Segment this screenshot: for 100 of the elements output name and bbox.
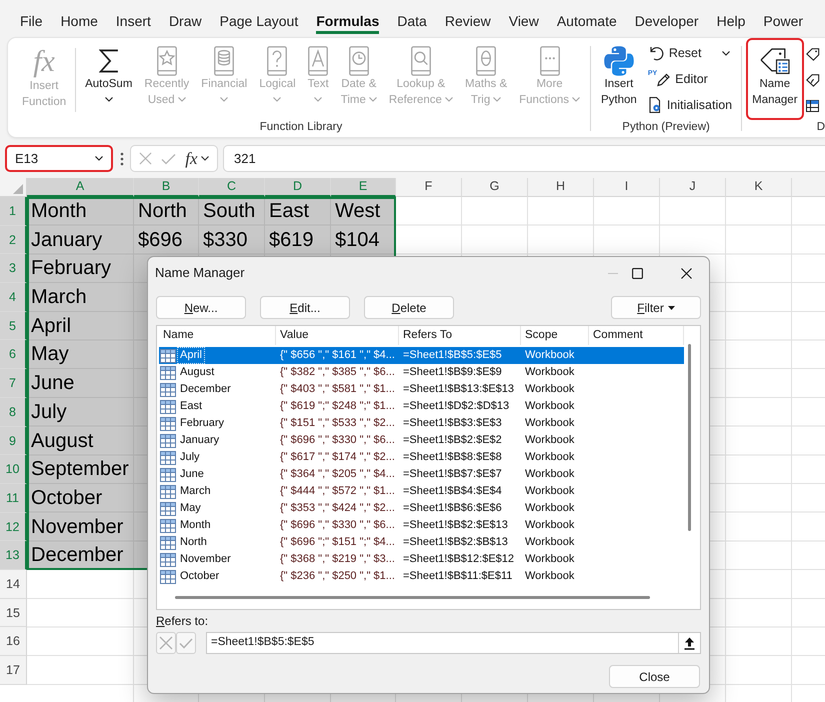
sheet-value[interactable]: Month [27, 197, 134, 226]
column-header[interactable]: D [265, 178, 331, 197]
maximize-icon[interactable] [632, 268, 642, 278]
select-all-icon[interactable] [13, 184, 23, 194]
ribbon-tab[interactable]: Formulas [316, 12, 380, 34]
refers-to-field[interactable]: =Sheet1!$B$5:$E$5 [206, 632, 701, 654]
row-header[interactable]: 3 [0, 254, 27, 284]
ribbon-button[interactable]: Reset [642, 40, 738, 66]
sheet-value[interactable]: $330 [199, 226, 265, 254]
caret-icon [273, 97, 282, 102]
sheet-value[interactable]: April [27, 312, 134, 340]
name-list-row[interactable]: December {" $403 "," $581 "," $1... =Sheet1!$B$13:$E$13 Workbook [159, 381, 684, 398]
row-header[interactable]: 7 [0, 369, 27, 398]
sheet-value[interactable]: July [27, 398, 134, 426]
row-header[interactable]: 6 [0, 340, 27, 370]
ribbon-tab[interactable]: Page Layout [220, 12, 298, 34]
row-header[interactable]: 2 [0, 226, 27, 254]
column-header[interactable]: Refers To [399, 326, 521, 345]
name-list-row[interactable]: Month {" $696 "," $330 "," $6... =Sheet1!$B$2:$E$13 Workbook [159, 517, 684, 534]
ribbon-tab[interactable]: Developer [634, 12, 699, 34]
sheet-value[interactable]: November [27, 512, 134, 542]
column-header[interactable]: A [27, 178, 134, 197]
dialog-button[interactable]: New... [156, 296, 246, 319]
sheet-value[interactable]: February [27, 254, 134, 284]
row-header[interactable]: 14 [0, 570, 27, 599]
table-icon[interactable] [806, 99, 820, 113]
sheet-value[interactable]: December [27, 541, 134, 570]
ribbon-tab[interactable]: Draw [168, 12, 202, 34]
ribbon-button[interactable]: Name Manager [746, 38, 804, 120]
row-header[interactable]: 17 [0, 656, 27, 685]
name-list-row[interactable]: August {" $382 "," $385 "," $6... =Sheet1!$B$9:$E$9 Workbook [159, 364, 684, 381]
vertical-dots-icon[interactable] [120, 152, 124, 166]
name-list-row[interactable]: February {" $151 "," $533 "," $2... =Sheet1!$B$3:$E$3 Workbook [159, 415, 684, 432]
column-header[interactable]: Scope [521, 326, 589, 345]
sheet-value[interactable]: March [27, 283, 134, 312]
column-header[interactable]: C [199, 178, 265, 197]
name-list-row[interactable]: January {" $696 "," $330 "," $6... =Sheet1!$B$2:$E$2 Workbook [159, 432, 684, 449]
ribbon-tab[interactable]: View [508, 12, 539, 34]
name-box[interactable]: E13 [5, 145, 113, 172]
sheet-value[interactable]: September [27, 455, 134, 484]
row-header[interactable]: 1 [0, 197, 27, 226]
sheet-value[interactable]: October [27, 484, 134, 513]
sheet-value[interactable]: South [199, 197, 265, 226]
name-list-row[interactable]: May {" $353 "," $424 "," $2... =Sheet1!$B$6:$E$6 Workbook [159, 500, 684, 517]
name-list-row[interactable]: North {" $696 ";" $151 ";" $4... =Sheet1!$B$2:$B$13 Workbook [159, 534, 684, 551]
row-header[interactable]: 10 [0, 455, 27, 484]
ribbon-tab[interactable]: Power [763, 12, 804, 34]
sheet-value[interactable]: West [331, 197, 396, 226]
sheet-value[interactable]: $104 [331, 226, 396, 254]
ribbon-button[interactable]: AutoSum [79, 38, 138, 120]
row-header[interactable]: 15 [0, 598, 27, 628]
sheet-value[interactable]: $696 [134, 226, 199, 254]
column-header[interactable]: Name [159, 326, 276, 345]
dialog-button[interactable]: Delete [364, 296, 454, 319]
sheet-value[interactable]: North [134, 197, 199, 226]
sheet-value[interactable]: $619 [265, 226, 331, 254]
name-list-row[interactable]: June {" $364 "," $205 "," $4... =Sheet1!$B$7:$E$7 Workbook [159, 466, 684, 483]
sheet-value[interactable]: June [27, 369, 134, 398]
name-text: North [179, 535, 208, 550]
ribbon-button[interactable]: Insert Python [595, 38, 643, 120]
close-icon[interactable] [680, 268, 692, 278]
ribbon-tab[interactable]: Home [60, 12, 98, 34]
ribbon-tab[interactable]: File [20, 12, 43, 34]
name-list-row[interactable]: East {" $619 ";" $248 ";" $1... =Sheet1!$D$2:$D$13 Workbook [159, 398, 684, 415]
vertical-scrollbar[interactable] [688, 344, 691, 531]
sheet-value[interactable]: May [27, 340, 134, 370]
name-list-row[interactable]: October {" $236 "," $250 "," $1... =Sheet1!$B$11:$E$11 Workbook [159, 568, 684, 585]
column-header[interactable]: B [134, 178, 199, 197]
ribbon-tab[interactable]: Data [397, 12, 427, 34]
close-button[interactable]: Close [609, 665, 700, 688]
sheet-value[interactable]: East [265, 197, 331, 226]
ribbon-tab[interactable]: Review [444, 12, 491, 34]
name-list-row[interactable]: July {" $617 "," $174 "," $2... =Sheet1!$B$8:$E$8 Workbook [159, 449, 684, 466]
column-header[interactable]: Comment [589, 326, 684, 345]
ribbon-tab[interactable]: Insert [116, 12, 151, 34]
row-header[interactable]: 5 [0, 312, 27, 340]
name-list-row[interactable]: November {" $368 "," $219 "," $3... =Sheet1!$B$12:$E$12 Workbook [159, 551, 684, 568]
dialog-button[interactable]: Edit... [260, 296, 350, 319]
row-header[interactable]: 4 [0, 283, 27, 312]
horizontal-scrollbar[interactable] [175, 596, 650, 599]
ribbon-tab[interactable]: Automate [556, 12, 617, 34]
sheet-value[interactable]: August [27, 426, 134, 456]
row-header[interactable]: 8 [0, 398, 27, 426]
name-list-row[interactable]: March {" $444 "," $572 "," $1... =Sheet1!$B$4:$E$4 Workbook [159, 483, 684, 500]
column-header[interactable]: Value [276, 326, 399, 345]
filter-button[interactable]: Filter [611, 296, 701, 319]
row-header[interactable]: 11 [0, 484, 27, 513]
formula-field[interactable]: 321 [223, 145, 825, 172]
name-list-row[interactable]: April {" $656 "," $161 "," $4... =Sheet1!$B$5:$E$5 Workbook [159, 347, 684, 364]
row-header[interactable]: 9 [0, 426, 27, 456]
ribbon-tab[interactable]: Help [716, 12, 746, 34]
column-header[interactable]: E [331, 178, 396, 197]
tag-icon[interactable] [806, 73, 820, 87]
row-header[interactable]: 16 [0, 627, 27, 656]
row-header[interactable]: 12 [0, 512, 27, 542]
row-header[interactable]: 13 [0, 541, 27, 570]
ribbon-button[interactable]: Initialisation [642, 92, 738, 118]
tag-icon[interactable] [806, 47, 820, 61]
sheet-value[interactable]: January [27, 226, 134, 254]
insert-function-button[interactable]: fx [185, 146, 209, 172]
